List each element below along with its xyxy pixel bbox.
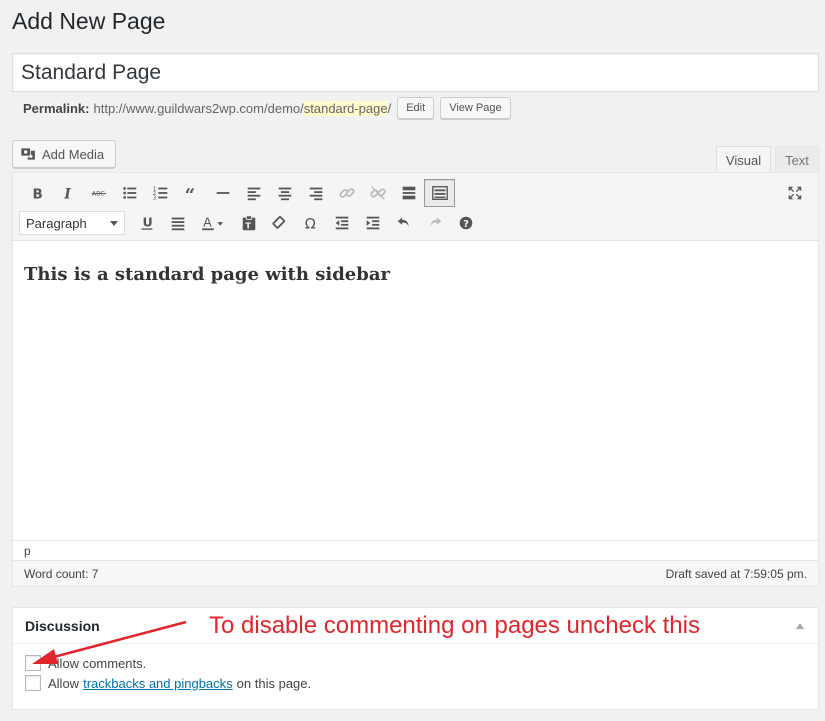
permalink-row: Permalink: http://www.guildwars2wp.com/d… <box>23 96 511 120</box>
media-icon <box>21 148 35 160</box>
redo-icon[interactable] <box>419 209 450 237</box>
edit-permalink-button[interactable]: Edit <box>397 97 435 119</box>
svg-text:“: “ <box>184 185 194 202</box>
editor-toolbar: B I ABC 123 “ Paragraph U A T Ω ? <box>13 173 818 241</box>
text-color-icon[interactable]: A <box>193 209 233 237</box>
special-character-icon[interactable]: Ω <box>295 209 326 237</box>
bullet-list-icon[interactable] <box>114 179 145 207</box>
tab-text[interactable]: Text <box>775 146 819 173</box>
editor-status-bar: Word count: 7 Draft saved at 7:59:05 pm. <box>13 560 818 586</box>
word-count: Word count: 7 <box>24 566 99 581</box>
allow-pings-checkbox[interactable] <box>25 675 41 691</box>
trackbacks-link[interactable]: trackbacks and pingbacks <box>83 676 233 691</box>
bold-icon[interactable]: B <box>21 179 52 207</box>
annotation-arrow-icon <box>32 620 187 664</box>
fullscreen-icon[interactable] <box>779 179 810 207</box>
editor-content[interactable]: This is a standard page with sidebar <box>13 241 818 540</box>
allow-pings-prefix: Allow <box>48 675 80 691</box>
underline-icon[interactable]: U <box>131 209 162 237</box>
allow-pings-row: Allow trackbacks and pingbacks on this p… <box>25 673 806 693</box>
title-input[interactable] <box>12 53 819 92</box>
draft-saved-status: Draft saved at 7:59:05 pm. <box>665 566 807 581</box>
element-path: p <box>13 540 818 560</box>
annotation-text: To disable commenting on pages uncheck t… <box>209 612 700 639</box>
toolbar-row-2: Paragraph U A T Ω ? <box>19 208 481 238</box>
permalink-label: Permalink: <box>23 100 90 116</box>
indent-icon[interactable] <box>357 209 388 237</box>
align-center-icon[interactable] <box>269 179 300 207</box>
format-select-value: Paragraph <box>26 215 87 231</box>
outdent-icon[interactable] <box>326 209 357 237</box>
undo-icon[interactable] <box>388 209 419 237</box>
blockquote-icon[interactable]: “ <box>176 179 207 207</box>
justify-icon[interactable] <box>162 209 193 237</box>
align-left-icon[interactable] <box>238 179 269 207</box>
collapse-arrow-icon[interactable] <box>796 623 804 629</box>
unlink-icon[interactable] <box>362 179 393 207</box>
align-right-icon[interactable] <box>300 179 331 207</box>
horizontal-rule-icon[interactable] <box>207 179 238 207</box>
allow-pings-suffix: on this page. <box>236 675 312 691</box>
toolbar-row-1: B I ABC 123 “ <box>21 178 455 208</box>
svg-text:A: A <box>203 215 212 230</box>
format-select[interactable]: Paragraph <box>19 211 125 235</box>
strikethrough-icon[interactable]: ABC <box>83 179 114 207</box>
page-title: Add New Page <box>12 8 166 34</box>
permalink-url[interactable]: http://www.guildwars2wp.com/demo/standar… <box>93 100 392 116</box>
paste-text-icon[interactable]: T <box>233 209 264 237</box>
tab-visual[interactable]: Visual <box>716 146 771 173</box>
toolbar-toggle-icon[interactable] <box>424 179 455 207</box>
read-more-icon[interactable] <box>393 179 424 207</box>
editor: B I ABC 123 “ Paragraph U A T Ω ? This i… <box>12 172 819 587</box>
svg-text:U: U <box>142 215 152 230</box>
clear-formatting-icon[interactable] <box>264 209 295 237</box>
svg-text:Ω: Ω <box>304 216 315 232</box>
svg-text:ABC: ABC <box>91 191 105 198</box>
svg-text:T: T <box>245 220 251 230</box>
add-media-button[interactable]: Add Media <box>12 140 116 168</box>
numbered-list-icon[interactable]: 123 <box>145 179 176 207</box>
help-icon[interactable]: ? <box>450 209 481 237</box>
view-page-button[interactable]: View Page <box>440 97 511 119</box>
svg-text:B: B <box>32 186 42 202</box>
permalink-base: http://www.guildwars2wp.com/demo/ <box>93 100 304 116</box>
link-icon[interactable] <box>331 179 362 207</box>
svg-text:?: ? <box>463 219 469 230</box>
svg-text:3: 3 <box>152 195 155 201</box>
add-media-label: Add Media <box>42 146 105 162</box>
italic-icon[interactable]: I <box>52 179 83 207</box>
permalink-slug: standard-page <box>303 100 388 116</box>
chevron-down-icon <box>110 220 118 226</box>
svg-text:I: I <box>63 186 71 202</box>
permalink-trailing: / <box>387 100 392 116</box>
